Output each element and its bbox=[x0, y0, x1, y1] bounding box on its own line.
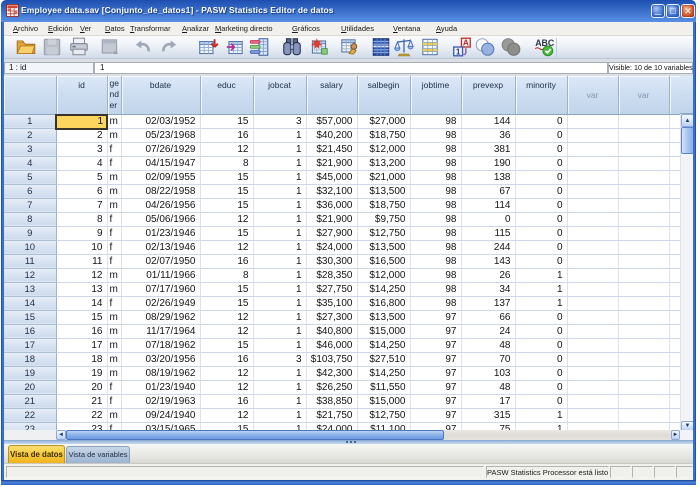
svg-text:A: A bbox=[463, 38, 469, 47]
svg-text:1: 1 bbox=[456, 47, 461, 56]
